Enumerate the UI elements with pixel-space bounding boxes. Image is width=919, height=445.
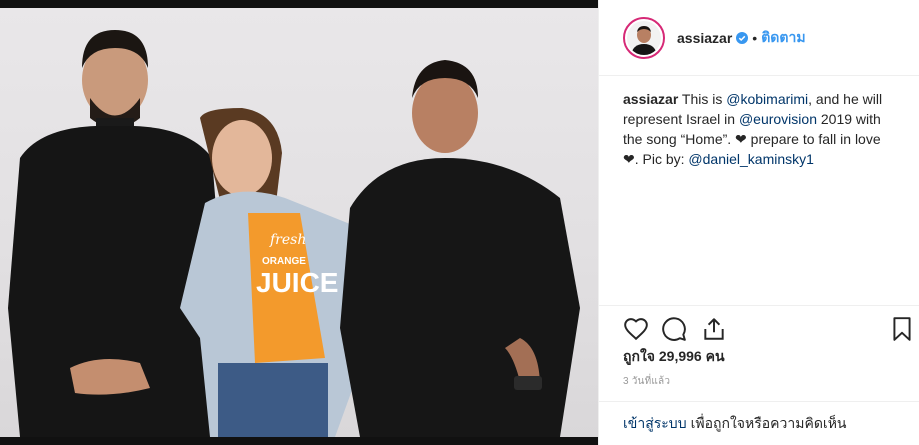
action-bar [599,305,919,349]
mention-link[interactable]: @daniel_kaminsky1 [688,151,814,167]
photo-top-border [0,0,598,8]
post-sidebar: assiazar • ติดตาม assiazar This is @kobi… [598,0,919,445]
caption-username[interactable]: assiazar [623,91,678,107]
comment-icon[interactable] [661,316,687,342]
verified-badge-icon [736,31,749,44]
avatar-image [627,20,661,55]
caption-text: This is [678,91,727,107]
mention-link[interactable]: @eurovision [739,111,817,127]
separator-dot: • [752,29,758,46]
post-photo[interactable]: fresh ORANGE JUICE [0,8,598,437]
avatar[interactable] [623,16,665,59]
shirt-text-juice: JUICE [256,267,338,298]
comment-login-bar: เข้าสู่ระบบ เพื่อถูกใจหรือความคิดเห็น [599,401,919,445]
photo-bottom-border [0,437,598,445]
follow-button[interactable]: ติดตาม [761,27,805,49]
bookmark-icon[interactable] [889,316,915,342]
share-icon[interactable] [701,316,727,342]
shirt-text-orange: ORANGE [262,256,306,267]
person-right [340,60,580,437]
shirt-text-fresh: fresh [269,232,306,248]
heart-icon[interactable] [623,316,649,342]
mention-link[interactable]: @kobimarimi [726,91,808,107]
login-hint-text: เพื่อถูกใจหรือความคิดเห็น [690,414,847,431]
login-link[interactable]: เข้าสู่ระบบ [623,413,687,435]
person-left [8,30,224,437]
post-caption: assiazar This is @kobimarimi, and he wil… [623,89,893,169]
post-header: assiazar • ติดตาม [599,0,919,76]
post-timestamp[interactable]: 3 วันที่แล้ว [623,374,670,389]
post-photo-illustration: fresh ORANGE JUICE [8,30,580,437]
likes-count[interactable]: ถูกใจ 29,996 คน [623,346,725,368]
header-username[interactable]: assiazar [677,30,732,46]
